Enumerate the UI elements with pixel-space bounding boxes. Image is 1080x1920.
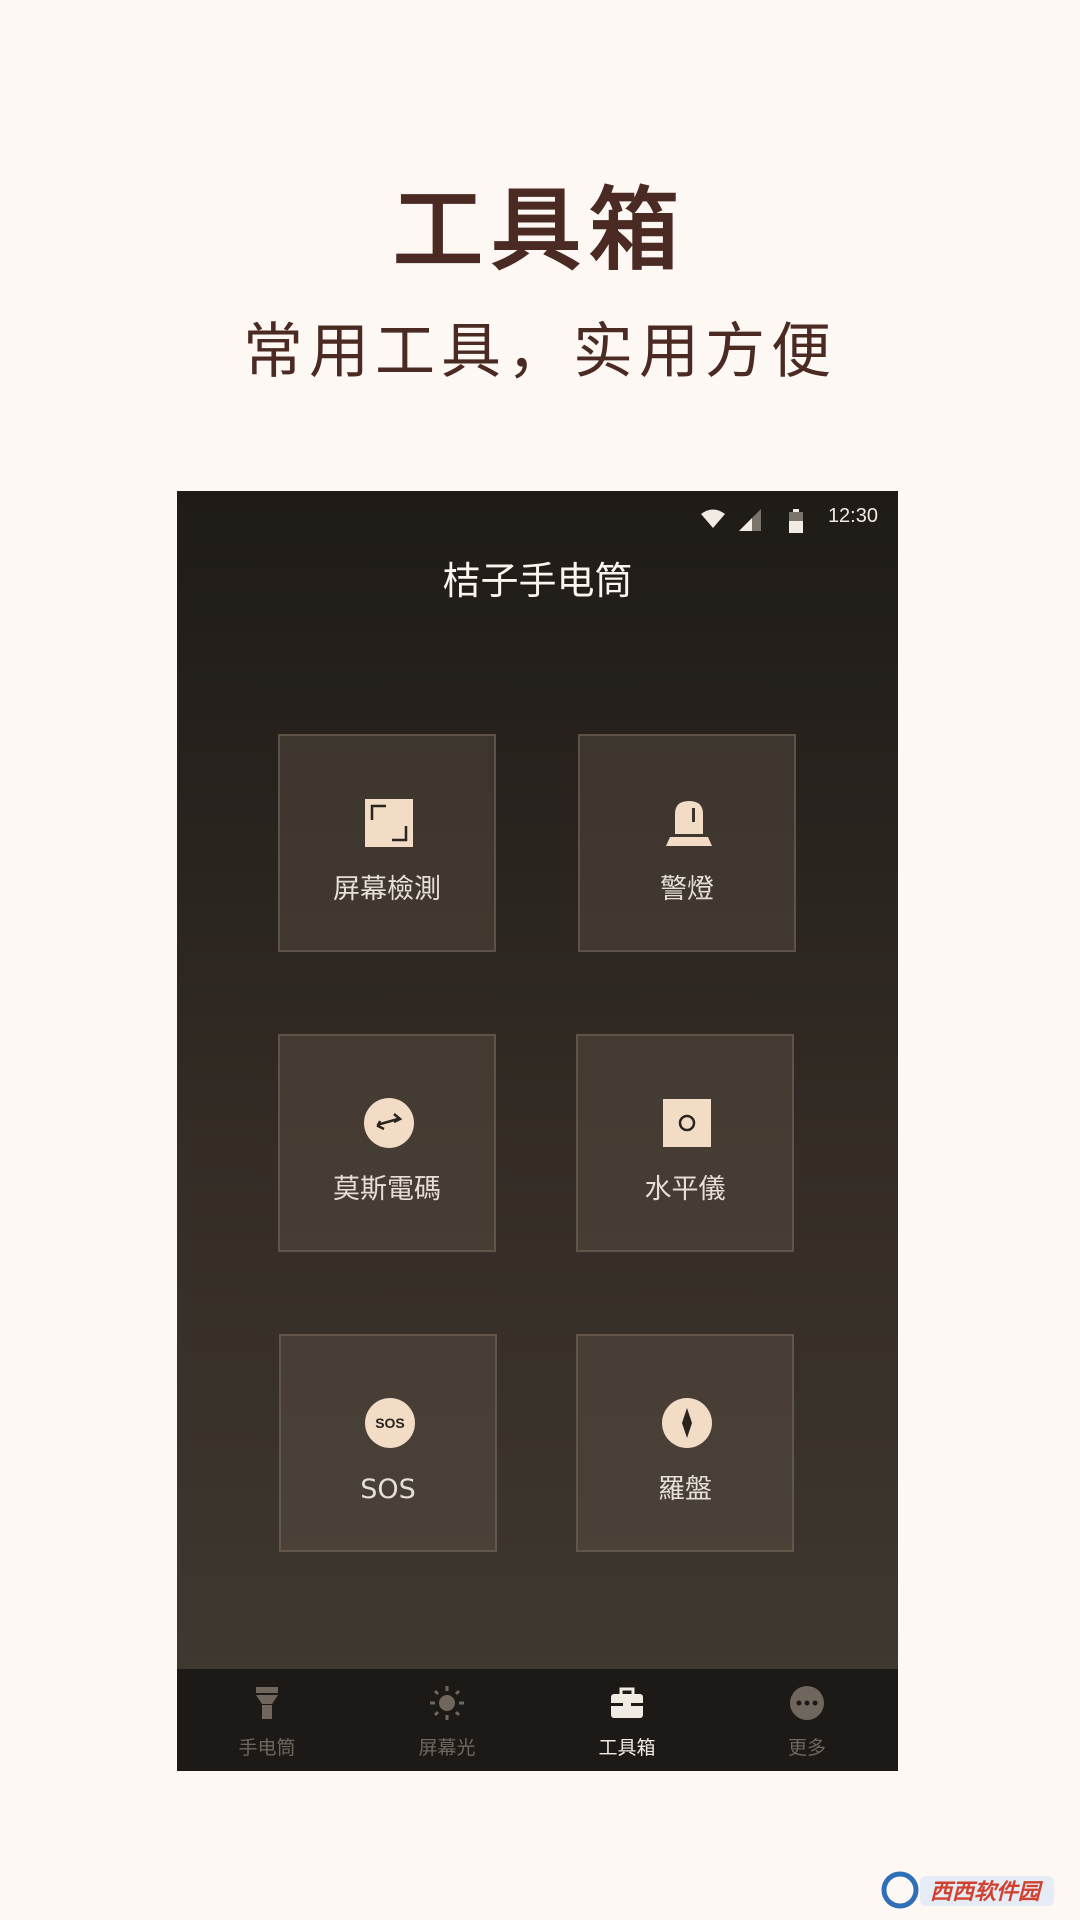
app-title: 桔子手电筒 (442, 559, 633, 603)
svg-text:西西软件园: 西西软件园 (930, 1879, 1044, 1904)
level-icon (663, 1099, 711, 1147)
tab-label: 手电筒 (238, 1737, 296, 1759)
wifi-icon (701, 509, 725, 528)
tool-label: 警燈 (660, 874, 714, 905)
tool-tile-compass[interactable]: 羅盤 (576, 1334, 794, 1552)
screen-light-icon (430, 1686, 464, 1720)
tab-label: 屏幕光 (418, 1737, 476, 1759)
tool-label: 水平儀 (644, 1174, 726, 1205)
more-icon (790, 1686, 824, 1720)
toolbox-icon (611, 1687, 643, 1718)
tool-tile-morse-code[interactable]: 莫斯電碼 (278, 1034, 496, 1252)
tool-label: 羅盤 (658, 1474, 712, 1505)
cellular-signal-icon (739, 509, 761, 531)
tool-tile-warning-light[interactable]: 警燈 (578, 734, 796, 952)
status-time: 12:30 (827, 505, 878, 527)
watermark-logo: 西西软件园 (880, 1870, 1060, 1910)
flashlight-icon (256, 1687, 278, 1719)
sos-icon-text: SOS (375, 1415, 405, 1431)
promo-title: 工具箱 (393, 178, 687, 283)
screen-test-icon (365, 799, 413, 847)
tool-label: SOS (360, 1474, 416, 1505)
sos-icon: SOS (365, 1398, 415, 1448)
morse-code-icon (364, 1098, 414, 1148)
watermark-icon: 西西软件园 (881, 1871, 1054, 1909)
tab-more[interactable]: 更多 (717, 1669, 897, 1771)
tab-label: 更多 (787, 1737, 826, 1759)
tab-flashlight[interactable]: 手电筒 (177, 1669, 357, 1771)
promo-subtitle: 常用工具，实用方便 (243, 317, 837, 387)
tool-label: 莫斯電碼 (333, 1174, 441, 1205)
status-bar: 12:30 (177, 491, 898, 547)
tool-label: 屏幕檢測 (333, 874, 441, 905)
tool-tile-sos[interactable]: SOS SOS (279, 1334, 497, 1552)
phone-screenshot: 12:30 桔子手电筒 屏幕檢測 警燈 莫斯電碼 水平儀 SOS SOS 羅盤 … (177, 491, 898, 1771)
compass-icon (662, 1398, 712, 1448)
battery-icon (789, 509, 803, 533)
tab-screen-light[interactable]: 屏幕光 (357, 1669, 537, 1771)
tool-tile-level[interactable]: 水平儀 (576, 1034, 794, 1252)
warning-light-icon (666, 801, 712, 846)
tool-tile-screen-test[interactable]: 屏幕檢測 (278, 734, 496, 952)
tab-toolbox[interactable]: 工具箱 (537, 1669, 717, 1771)
tab-label: 工具箱 (598, 1737, 656, 1759)
bottom-tab-bar: 手电筒 屏幕光 工具箱 更多 (177, 1669, 898, 1771)
